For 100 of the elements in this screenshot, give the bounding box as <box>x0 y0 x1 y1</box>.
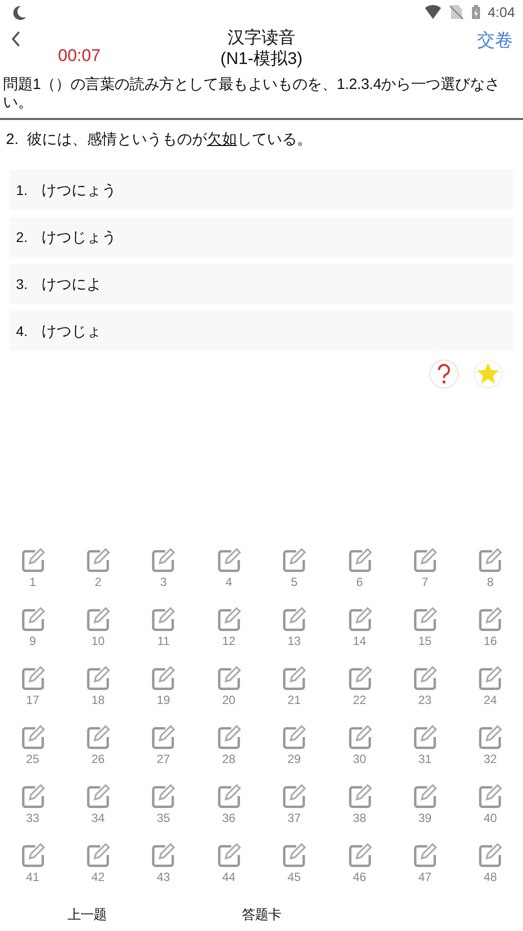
edit-icon[interactable] <box>477 783 504 809</box>
option-text: けつじょ <box>42 322 102 340</box>
edit-icon[interactable] <box>281 547 308 573</box>
edit-icon[interactable] <box>150 724 176 750</box>
question-number: 2 <box>94 575 102 589</box>
question-number: 37 <box>288 811 301 825</box>
edit-icon[interactable] <box>216 665 242 691</box>
timer: 00:07 <box>58 46 101 66</box>
edit-icon[interactable] <box>216 724 242 750</box>
question-number: 26 <box>91 752 105 766</box>
edit-icon[interactable] <box>150 665 176 691</box>
edit-icon[interactable] <box>20 665 46 691</box>
question-number: 39 <box>418 811 432 825</box>
edit-icon[interactable] <box>412 724 438 750</box>
edit-icon[interactable] <box>477 606 504 632</box>
option-number: 1. <box>16 182 28 198</box>
answer-option[interactable]: 4. けつじょ <box>10 311 513 351</box>
question-number: 31 <box>418 752 432 766</box>
edit-icon[interactable] <box>346 665 373 691</box>
submit-button[interactable]: 交卷 <box>477 28 513 52</box>
page-title: 汉字读音 <box>228 27 296 48</box>
option-number: 3. <box>16 276 28 292</box>
question-number: 11 <box>157 634 170 648</box>
question-number: 15 <box>418 634 432 648</box>
answer-option[interactable]: 3. けつによ <box>10 264 513 304</box>
help-icon[interactable] <box>429 359 459 389</box>
answer-option[interactable]: 2. けつじょう <box>10 217 513 257</box>
question-number: 46 <box>352 870 366 884</box>
question-number: 16 <box>484 634 497 648</box>
edit-icon[interactable] <box>477 665 504 691</box>
edit-icon[interactable] <box>346 724 373 750</box>
wifi-icon <box>424 4 442 20</box>
question-number: 48 <box>484 870 497 884</box>
question-number: 9 <box>29 634 36 648</box>
question-number: 42 <box>91 870 105 884</box>
question-number: 29 <box>288 752 301 766</box>
edit-icon[interactable] <box>85 606 112 632</box>
question-number: 41 <box>26 870 40 884</box>
question-number: 35 <box>156 811 170 825</box>
edit-icon[interactable] <box>150 606 176 632</box>
edit-icon[interactable] <box>281 783 308 809</box>
question-number: 30 <box>352 752 366 766</box>
edit-icon[interactable] <box>85 842 112 868</box>
question-number: 33 <box>26 811 40 825</box>
question-number: 7 <box>422 575 428 589</box>
edit-icon[interactable] <box>216 842 242 868</box>
edit-icon[interactable] <box>412 842 438 868</box>
edit-icon[interactable] <box>85 724 112 750</box>
question-number: 5 <box>290 575 298 589</box>
edit-icon[interactable] <box>346 842 373 868</box>
edit-icon[interactable] <box>281 842 308 868</box>
question-number: 32 <box>484 752 497 766</box>
edit-icon[interactable] <box>346 547 373 573</box>
edit-icon[interactable] <box>412 783 438 809</box>
answer-option[interactable]: 1. けつにょう <box>10 170 513 210</box>
question-number: 40 <box>484 811 497 825</box>
edit-icon[interactable] <box>477 547 504 573</box>
edit-icon[interactable] <box>477 724 504 750</box>
edit-icon[interactable] <box>281 606 308 632</box>
nav-button[interactable]: 答题卡 <box>236 905 287 925</box>
edit-icon[interactable] <box>412 606 438 632</box>
edit-icon[interactable] <box>477 842 504 868</box>
edit-icon[interactable] <box>216 547 242 573</box>
edit-icon[interactable] <box>150 547 176 573</box>
edit-icon[interactable] <box>20 842 46 868</box>
edit-icon[interactable] <box>346 606 373 632</box>
question-number: 45 <box>288 870 301 884</box>
back-icon[interactable] <box>10 30 22 48</box>
edit-icon[interactable] <box>281 665 308 691</box>
question-number: 19 <box>156 693 170 707</box>
edit-icon[interactable] <box>412 665 438 691</box>
edit-icon[interactable] <box>150 783 176 809</box>
question-number: 36 <box>222 811 236 825</box>
nav-button[interactable]: 上一题 <box>62 905 113 925</box>
question-number: 6 <box>356 575 363 589</box>
question-number: 17 <box>26 693 40 707</box>
question-number: 25 <box>26 752 40 766</box>
question-number: 20 <box>222 693 236 707</box>
edit-icon[interactable] <box>216 783 242 809</box>
edit-icon[interactable] <box>20 724 46 750</box>
edit-icon[interactable] <box>281 724 308 750</box>
edit-icon[interactable] <box>150 842 176 868</box>
edit-icon[interactable] <box>20 783 46 809</box>
edit-icon[interactable] <box>20 606 46 632</box>
edit-icon[interactable] <box>20 547 46 573</box>
question-number: 3 <box>160 575 167 589</box>
option-text: けつにょう <box>42 180 117 200</box>
edit-icon[interactable] <box>216 606 242 632</box>
battery-icon <box>470 4 482 20</box>
option-number: 2. <box>16 229 28 245</box>
page-subtitle: (N1-模拟3) <box>220 48 303 69</box>
edit-icon[interactable] <box>85 665 112 691</box>
question-number: 12 <box>222 634 236 648</box>
edit-icon[interactable] <box>346 783 373 809</box>
edit-icon[interactable] <box>85 547 112 573</box>
edit-icon[interactable] <box>412 547 438 573</box>
edit-icon[interactable] <box>85 783 112 809</box>
question-number: 1 <box>29 575 36 589</box>
question-number: 22 <box>352 693 366 707</box>
question-number: 13 <box>288 634 301 648</box>
